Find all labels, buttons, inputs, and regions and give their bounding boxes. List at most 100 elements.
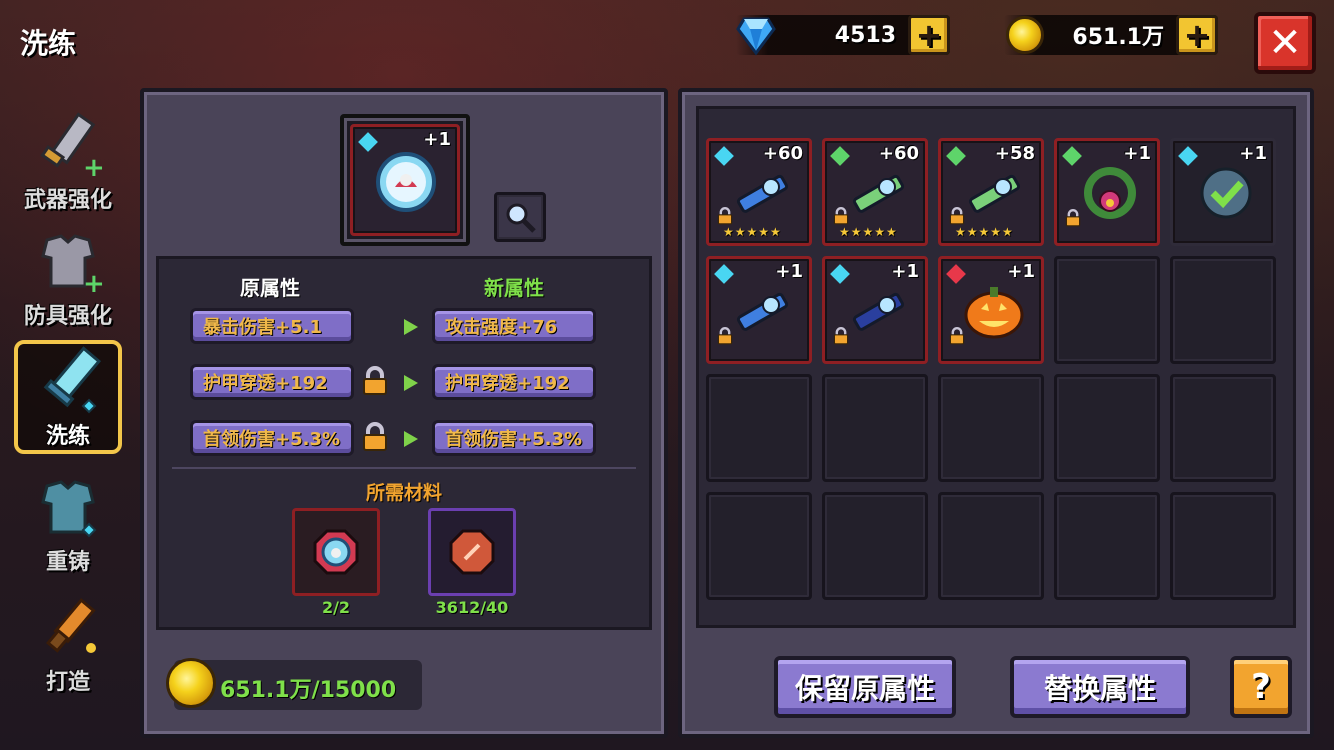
lock-icon (717, 207, 733, 225)
diamond-icon (736, 17, 776, 56)
gold-counter: 651.1万 + (1004, 15, 1218, 55)
star-rating: ★★★★★ (723, 225, 782, 239)
question-icon: ? (1251, 667, 1271, 707)
svg-text:+: + (83, 269, 103, 296)
close-button[interactable]: ✕ (1254, 12, 1316, 74)
inventory-empty-slot[interactable] (1170, 492, 1276, 600)
inventory-empty-slot[interactable] (822, 374, 928, 482)
new-attribute-1: 攻击强度+76 (432, 308, 596, 344)
inventory-item-slot[interactable]: +1 (706, 256, 812, 364)
lock-icon (833, 327, 849, 345)
sidebar-item-label: 重铸 (45, 550, 90, 575)
quality-gem-icon (946, 146, 966, 166)
old-attribute-3: 首领伤害+5.3% (190, 420, 354, 456)
recast-armor-icon (41, 480, 97, 538)
sidebar-item-label: 打造 (45, 670, 90, 695)
replace-attributes-button[interactable]: 替换属性 (1010, 656, 1190, 718)
old-attribute-2: 护甲穿透+192 (190, 364, 354, 400)
orb-item-icon (376, 152, 436, 212)
inventory-item-slot[interactable]: +1 (822, 256, 928, 364)
inventory-empty-slot[interactable] (706, 374, 812, 482)
material-slot-2[interactable] (428, 508, 516, 596)
help-button[interactable]: ? (1230, 656, 1292, 718)
add-gold-button[interactable]: + (1176, 15, 1218, 55)
inventory-empty-slot[interactable] (822, 492, 928, 600)
lock-icon (717, 327, 733, 345)
inventory-item-slot[interactable]: +60 ★★★★★ (706, 138, 812, 246)
item-level: +1 (1239, 143, 1267, 164)
diamond-counter: 4513 + (736, 15, 950, 56)
inventory-item-slot[interactable]: +1 (1054, 138, 1160, 246)
item-level: +60 (762, 143, 803, 164)
dark-claw-icon (852, 292, 905, 331)
quality-gem-icon (714, 146, 734, 166)
arrow-icon (404, 431, 418, 447)
inventory-item-slot[interactable]: +60 ★★★★★ (822, 138, 928, 246)
inventory-empty-slot[interactable] (706, 492, 812, 600)
gold-coin-icon (1006, 16, 1044, 54)
inventory-empty-slot[interactable] (938, 374, 1044, 482)
new-attributes-header: 新属性 (484, 276, 544, 300)
item-level: +1 (423, 129, 451, 150)
material-count-1: 2/2 (321, 598, 351, 617)
material-count-2: 3612/40 (435, 598, 509, 617)
lock-icon (949, 327, 965, 345)
inventory-empty-slot[interactable] (1170, 374, 1276, 482)
quality-gem-icon (946, 264, 966, 284)
pumpkin-icon (964, 287, 1024, 339)
sword-upgrade-icon: + (40, 112, 103, 180)
sidebar-item-armor-upgrade[interactable]: + 防具强化 (14, 220, 122, 330)
item-level: +58 (994, 143, 1035, 164)
red-gem-material-icon (449, 529, 495, 575)
gold-cost: 651.1万/15000 (220, 678, 397, 703)
keep-attributes-button[interactable]: 保留原属性 (774, 656, 956, 718)
forge-hammer-icon (45, 598, 96, 653)
divider (172, 467, 636, 469)
material-slot-1[interactable] (292, 508, 380, 596)
inventory-empty-slot[interactable] (1054, 374, 1160, 482)
new-attribute-2: 护甲穿透+192 (432, 364, 596, 400)
inventory-item-slot[interactable]: +1 (1170, 138, 1276, 246)
lock-icon[interactable] (362, 366, 388, 396)
diamond-amount: 4513 (834, 22, 896, 48)
inventory-item-slot[interactable]: +58 ★★★★★ (938, 138, 1044, 246)
quality-gem-icon (1178, 146, 1198, 166)
inventory-empty-slot[interactable] (1054, 256, 1160, 364)
magnifier-icon (506, 203, 536, 233)
inventory-empty-slot[interactable] (938, 492, 1044, 600)
item-level: +1 (1007, 261, 1035, 282)
gold-coin-icon (166, 658, 216, 708)
quality-gem-icon (1062, 146, 1082, 166)
svg-text:+: + (83, 153, 103, 180)
sidebar-item-refine[interactable]: 洗练 (14, 340, 122, 454)
syringe-gun-icon (852, 174, 905, 213)
quality-gem-icon (830, 264, 850, 284)
item-level: +1 (891, 261, 919, 282)
sidebar-item-recast[interactable]: 重铸 (14, 466, 122, 576)
sidebar-item-weapon-upgrade[interactable]: + 武器强化 (14, 104, 122, 214)
gold-amount: 651.1万 (1072, 25, 1164, 50)
orb-material-icon (313, 529, 359, 575)
inventory-empty-slot[interactable] (1170, 256, 1276, 364)
sidebar-item-label: 防具强化 (23, 304, 112, 329)
inventory-empty-slot[interactable] (1054, 492, 1160, 600)
quality-gem-icon (830, 146, 850, 166)
blue-crossbow-icon (736, 174, 789, 213)
refine-item-slot[interactable]: +1 (350, 124, 460, 236)
flower-wreath-icon (1084, 167, 1136, 219)
lock-icon (833, 207, 849, 225)
inventory-item-slot[interactable]: +1 (938, 256, 1044, 364)
new-attribute-3: 首领伤害+5.3% (432, 420, 596, 456)
sidebar-item-label: 武器强化 (23, 188, 112, 213)
close-icon: ✕ (1268, 20, 1302, 66)
quality-gem-icon (714, 264, 734, 284)
inspect-button[interactable] (494, 192, 546, 242)
arrow-icon (404, 319, 418, 335)
add-diamonds-button[interactable]: + (908, 15, 950, 55)
old-attribute-1: 暴击伤害+5.1 (190, 308, 354, 344)
lock-icon (1065, 209, 1081, 227)
item-level: +1 (775, 261, 803, 282)
sidebar-item-forge[interactable]: 打造 (14, 586, 122, 696)
lock-icon[interactable] (362, 422, 388, 452)
star-rating: ★★★★★ (839, 225, 898, 239)
